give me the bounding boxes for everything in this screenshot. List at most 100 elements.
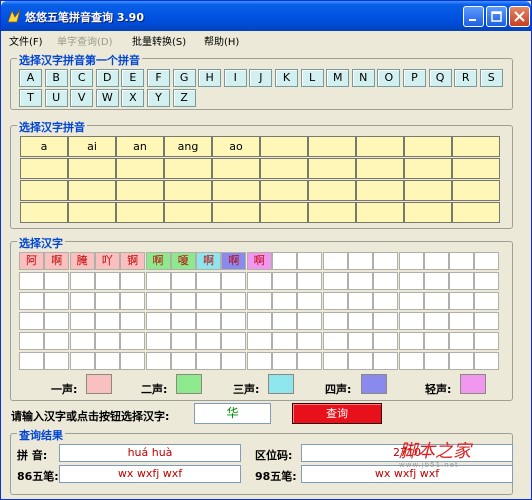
hanzi-empty-cell[interactable] — [44, 292, 70, 310]
hanzi-empty-cell[interactable] — [94, 352, 120, 370]
hanzi-empty-cell[interactable] — [474, 292, 500, 310]
menu-help[interactable]: 帮助(H) — [204, 33, 239, 48]
pinyin-button-an[interactable]: an — [116, 136, 164, 157]
letter-button-p[interactable]: P — [403, 69, 426, 87]
hanzi-button[interactable]: 啊 — [221, 252, 247, 270]
hanzi-empty-cell[interactable] — [120, 312, 146, 330]
hanzi-empty-cell[interactable] — [120, 332, 146, 350]
hanzi-empty-cell[interactable] — [145, 312, 171, 330]
hanzi-button[interactable]: 吖 — [94, 252, 120, 270]
hanzi-empty-cell[interactable] — [196, 272, 222, 290]
hanzi-button[interactable]: 啊 — [196, 252, 222, 270]
hanzi-empty-cell[interactable] — [449, 352, 475, 370]
hanzi-empty-cell[interactable] — [221, 352, 247, 370]
hanzi-empty-cell[interactable] — [44, 352, 70, 370]
hanzi-empty-cell[interactable] — [170, 312, 196, 330]
hanzi-empty-cell[interactable] — [272, 272, 297, 290]
hanzi-empty-cell[interactable] — [19, 312, 44, 330]
letter-button-k[interactable]: K — [275, 69, 298, 87]
letter-button-b[interactable]: B — [44, 69, 68, 87]
hanzi-empty-cell[interactable] — [373, 272, 399, 290]
hanzi-empty-cell[interactable] — [297, 312, 323, 330]
hanzi-empty-cell[interactable] — [297, 272, 323, 290]
hanzi-empty-cell[interactable] — [347, 272, 373, 290]
hanzi-empty-cell[interactable] — [398, 332, 424, 350]
pinyin-empty-cell[interactable] — [68, 202, 116, 223]
letter-button-d[interactable]: D — [95, 69, 119, 87]
hanzi-empty-cell[interactable] — [196, 312, 222, 330]
letter-button-m[interactable]: M — [326, 69, 350, 87]
hanzi-empty-cell[interactable] — [94, 292, 120, 310]
letter-button-u[interactable]: U — [44, 89, 68, 107]
hanzi-empty-cell[interactable] — [347, 292, 373, 310]
hanzi-empty-cell[interactable] — [423, 272, 449, 290]
pinyin-empty-cell[interactable] — [164, 202, 212, 223]
hanzi-empty-cell[interactable] — [297, 332, 323, 350]
letter-button-y[interactable]: Y — [147, 89, 170, 107]
pinyin-empty-cell[interactable] — [308, 158, 356, 179]
hanzi-empty-cell[interactable] — [373, 332, 399, 350]
pinyin-empty-cell[interactable] — [260, 202, 308, 223]
hanzi-empty-cell[interactable] — [221, 312, 247, 330]
hanzi-empty-cell[interactable] — [94, 312, 120, 330]
hanzi-empty-cell[interactable] — [19, 272, 44, 290]
pinyin-empty-cell[interactable] — [308, 136, 356, 157]
hanzi-button[interactable]: 锕 — [120, 252, 146, 270]
pinyin-empty-cell[interactable] — [20, 202, 68, 223]
hanzi-empty-cell[interactable] — [347, 252, 373, 270]
hanzi-empty-cell[interactable] — [449, 252, 475, 270]
hanzi-empty-cell[interactable] — [449, 292, 475, 310]
menu-batch-convert[interactable]: 批量转换(S) — [132, 33, 186, 48]
hanzi-button[interactable]: 嗄 — [170, 252, 196, 270]
hanzi-empty-cell[interactable] — [272, 312, 297, 330]
letter-button-n[interactable]: N — [351, 69, 375, 87]
pinyin-empty-cell[interactable] — [116, 180, 164, 201]
pinyin-empty-cell[interactable] — [404, 136, 452, 157]
hanzi-empty-cell[interactable] — [19, 332, 44, 350]
hanzi-button[interactable]: 阿 — [19, 252, 44, 270]
pinyin-empty-cell[interactable] — [212, 202, 260, 223]
hanzi-empty-cell[interactable] — [398, 272, 424, 290]
query-button[interactable]: 查询 — [292, 403, 382, 424]
hanzi-empty-cell[interactable] — [322, 292, 348, 310]
hanzi-empty-cell[interactable] — [398, 252, 424, 270]
letter-button-s[interactable]: S — [479, 69, 503, 87]
hanzi-empty-cell[interactable] — [423, 312, 449, 330]
hanzi-empty-cell[interactable] — [196, 332, 222, 350]
hanzi-empty-cell[interactable] — [398, 312, 424, 330]
hanzi-empty-cell[interactable] — [474, 332, 500, 350]
hanzi-empty-cell[interactable] — [44, 312, 70, 330]
hanzi-empty-cell[interactable] — [170, 272, 196, 290]
hanzi-empty-cell[interactable] — [246, 332, 272, 350]
hanzi-empty-cell[interactable] — [145, 352, 171, 370]
pinyin-empty-cell[interactable] — [404, 202, 452, 223]
letter-button-c[interactable]: C — [70, 69, 94, 87]
hanzi-empty-cell[interactable] — [474, 252, 500, 270]
hanzi-empty-cell[interactable] — [449, 272, 475, 290]
letter-button-t[interactable]: T — [19, 89, 42, 107]
pinyin-empty-cell[interactable] — [308, 180, 356, 201]
hanzi-button[interactable]: 腌 — [69, 252, 95, 270]
hanzi-empty-cell[interactable] — [272, 252, 297, 270]
pinyin-empty-cell[interactable] — [356, 158, 404, 179]
pinyin-empty-cell[interactable] — [164, 180, 212, 201]
pinyin-empty-cell[interactable] — [116, 202, 164, 223]
hanzi-empty-cell[interactable] — [398, 292, 424, 310]
pinyin-empty-cell[interactable] — [20, 180, 68, 201]
pinyin-empty-cell[interactable] — [356, 136, 404, 157]
pinyin-empty-cell[interactable] — [404, 158, 452, 179]
letter-button-g[interactable]: G — [172, 69, 196, 87]
hanzi-empty-cell[interactable] — [423, 352, 449, 370]
letter-button-r[interactable]: R — [454, 69, 478, 87]
hanzi-empty-cell[interactable] — [246, 272, 272, 290]
pinyin-empty-cell[interactable] — [452, 158, 500, 179]
pinyin-empty-cell[interactable] — [68, 158, 116, 179]
hanzi-empty-cell[interactable] — [297, 252, 323, 270]
hanzi-empty-cell[interactable] — [297, 352, 323, 370]
hanzi-empty-cell[interactable] — [474, 352, 500, 370]
hanzi-empty-cell[interactable] — [449, 312, 475, 330]
hanzi-empty-cell[interactable] — [145, 292, 171, 310]
pinyin-empty-cell[interactable] — [260, 158, 308, 179]
title-bar[interactable]: 悠悠五笔拼音查询 3.90 — [1, 1, 531, 31]
pinyin-empty-cell[interactable] — [356, 202, 404, 223]
